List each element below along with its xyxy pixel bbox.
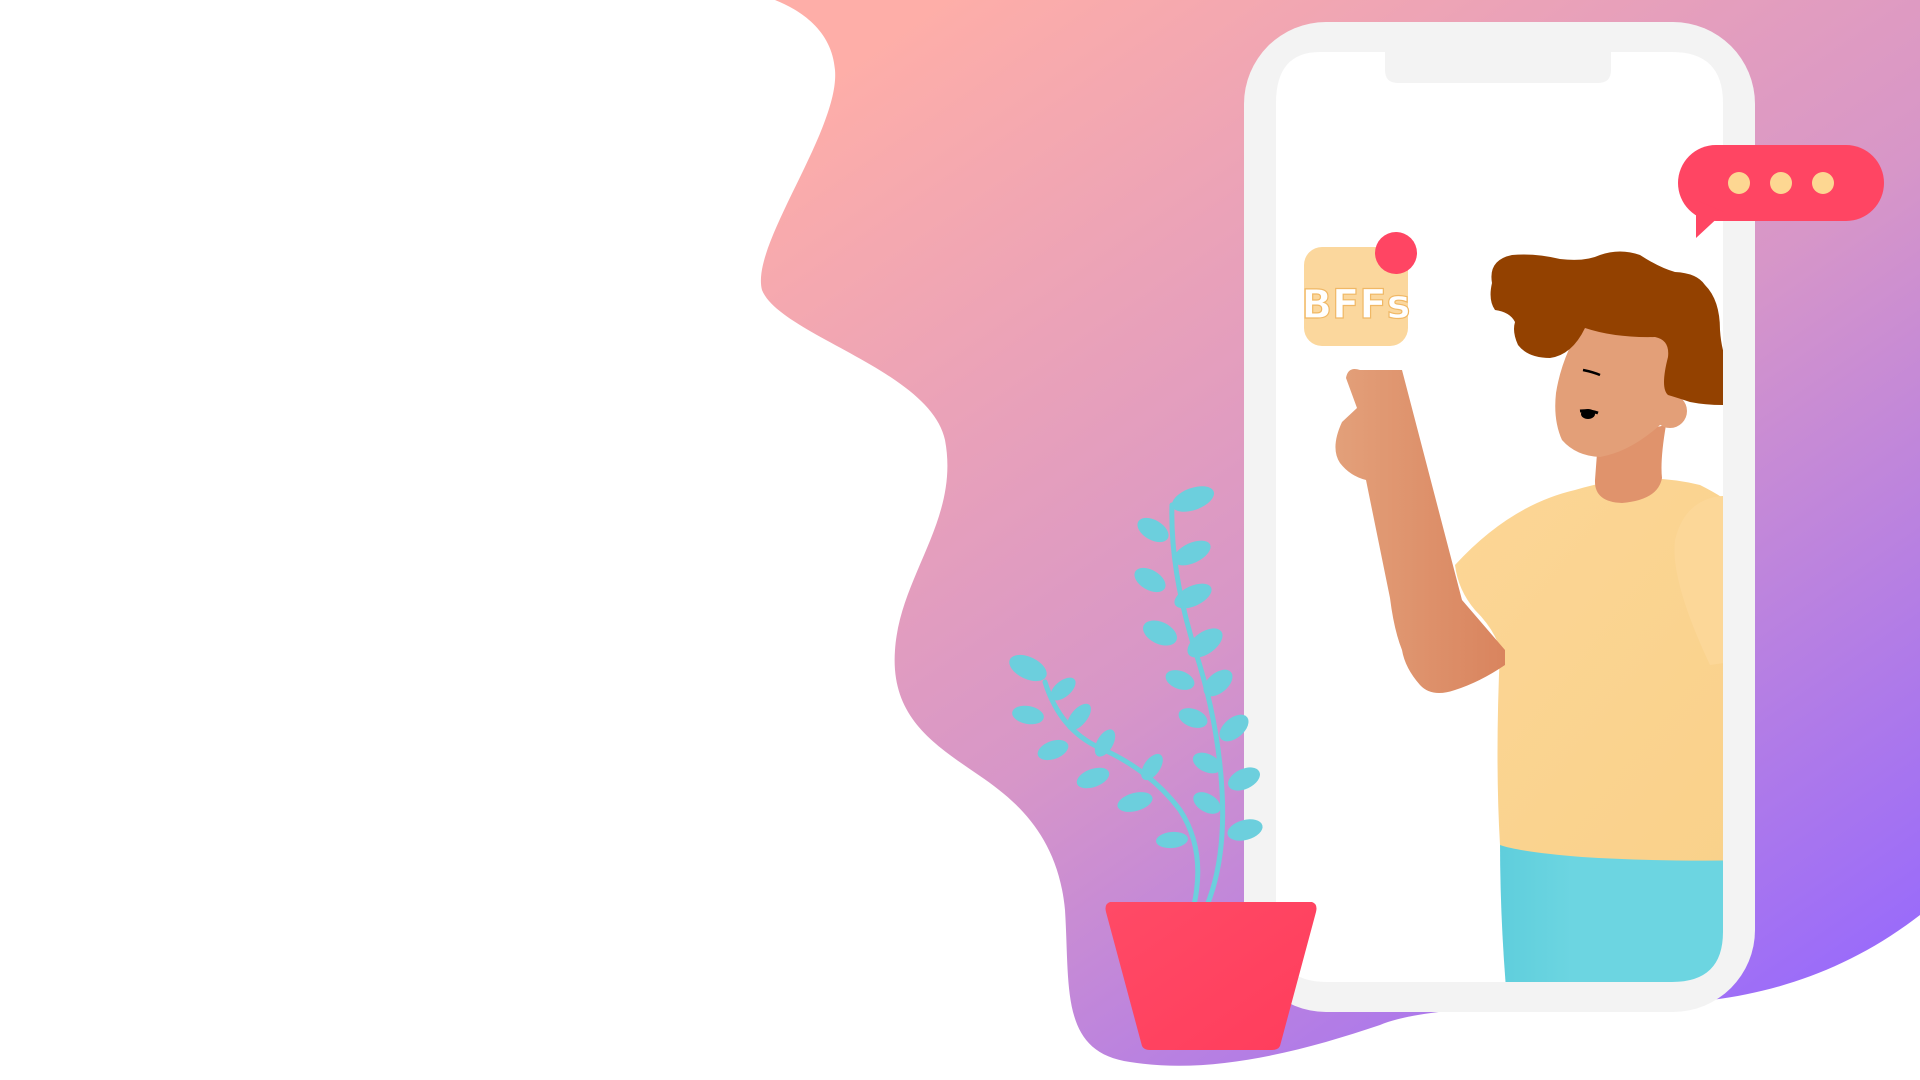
hero-illustration: BFFs <box>760 0 1920 1066</box>
chat-dot-1 <box>1728 172 1750 194</box>
chat-dot-2 <box>1770 172 1792 194</box>
chat-dot-3 <box>1812 172 1834 194</box>
plant-pot <box>1105 902 1317 1050</box>
app-icon-label: BFFs <box>1302 282 1411 328</box>
app-icon[interactable]: BFFs <box>1301 232 1417 346</box>
notification-dot-icon <box>1375 232 1417 274</box>
